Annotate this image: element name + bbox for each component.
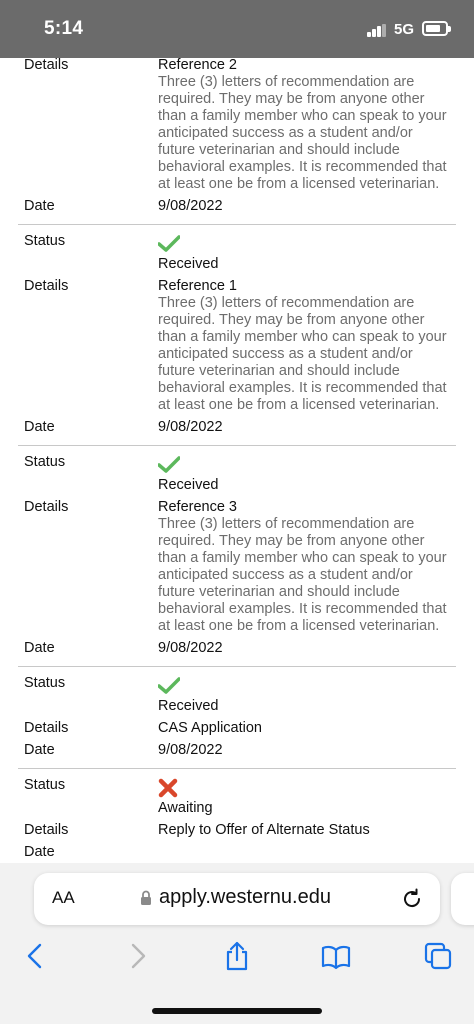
date-label: Date [24,198,55,214]
date-label: Date [24,844,55,860]
record-title: Reference 2 [158,58,237,73]
status-label: Status [24,777,66,793]
forward-icon[interactable] [122,941,152,971]
browser-toolbar: AA apply.westernu.edu [0,863,474,1024]
checklist-record: Status Received Details CAS Application … [18,667,456,769]
checklist-record: Status Received Details Reference 3 Thre… [18,446,456,667]
date-row: Date 9/08/2022 [18,640,456,657]
check-icon [158,456,180,473]
url-text[interactable]: apply.westernu.edu [159,886,331,909]
clock: 5:14 [44,18,84,39]
checklist-record: Status Awaiting Details Reply to Offer o… [18,769,456,863]
status-value: Received [158,256,219,272]
check-icon [158,235,180,252]
details-row: Details Reference 2 Three (3) letters of… [18,58,456,193]
status-value: Received [158,698,219,714]
record-date [158,844,453,861]
record-title: CAS Application [158,720,262,736]
cellular-signal-icon [367,24,387,37]
address-bar[interactable]: AA apply.westernu.edu [34,873,440,925]
bookmarks-icon[interactable] [321,941,351,971]
status-row: Status Awaiting [18,777,456,817]
status-row: Status Received [18,675,456,715]
date-label: Date [24,742,55,758]
text-size-button[interactable]: AA [52,888,75,908]
status-bar: 5:14 5G [0,0,474,58]
details-row: Details Reply to Offer of Alternate Stat… [18,822,456,839]
record-description: Three (3) letters of recommendation are … [158,516,447,634]
date-row: Date [18,844,456,861]
adjacent-tab-preview[interactable] [451,873,474,925]
date-label: Date [24,640,55,656]
status-row: Status Received [18,454,456,494]
details-label: Details [24,822,69,838]
checklist-content[interactable]: Details Reference 2 Three (3) letters of… [0,58,474,863]
details-label: Details [24,278,69,294]
details-row: Details CAS Application [18,720,456,737]
date-label: Date [24,419,55,435]
details-row: Details Reference 1 Three (3) letters of… [18,278,456,414]
back-icon[interactable] [21,941,51,971]
lock-icon [141,890,151,905]
status-label: Status [24,454,66,470]
details-label: Details [24,58,69,73]
checklist-record: Details Reference 2 Three (3) letters of… [18,58,456,225]
record-date: 9/08/2022 [158,198,223,214]
record-date: 9/08/2022 [158,742,223,758]
status-value: Received [158,477,219,493]
record-description: Three (3) letters of recommendation are … [158,74,447,192]
record-description: Three (3) letters of recommendation are … [158,295,447,413]
record-title: Reference 1 [158,278,237,294]
tabs-icon[interactable] [423,941,453,971]
status-row: Status Received [18,233,456,273]
check-icon [158,677,180,694]
status-label: Status [24,233,66,249]
network-type: 5G [394,21,415,38]
home-indicator [152,1008,322,1014]
checklist-record: Status Received Details Reference 1 Thre… [18,225,456,446]
date-row: Date 9/08/2022 [18,198,456,215]
details-row: Details Reference 3 Three (3) letters of… [18,499,456,635]
date-row: Date 9/08/2022 [18,419,456,436]
share-icon[interactable] [222,941,252,971]
battery-icon [422,21,451,36]
record-date: 9/08/2022 [158,419,223,435]
record-title: Reference 3 [158,499,237,515]
reload-icon[interactable] [400,887,424,911]
date-row: Date 9/08/2022 [18,742,456,759]
details-label: Details [24,499,69,515]
status-label: Status [24,675,66,691]
details-label: Details [24,720,69,736]
x-icon [158,778,178,798]
record-date: 9/08/2022 [158,640,223,656]
record-title: Reply to Offer of Alternate Status [158,822,370,838]
status-value: Awaiting [158,800,213,816]
